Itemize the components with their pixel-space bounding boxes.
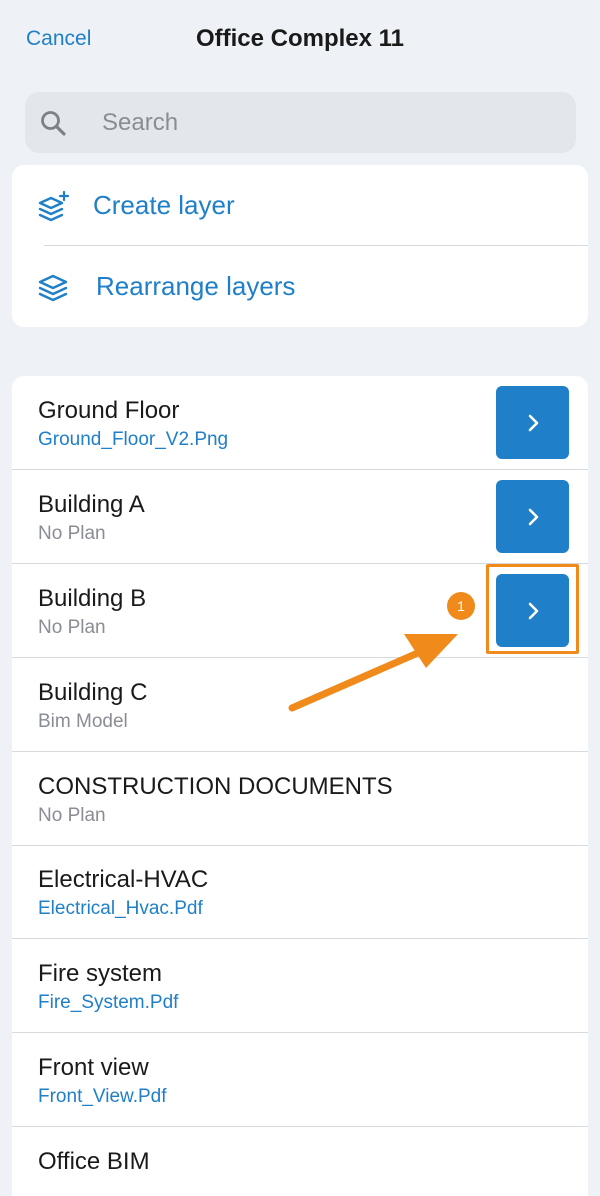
open-layer-button[interactable]	[496, 480, 569, 553]
list-item[interactable]: Office BIM	[12, 1127, 588, 1196]
layer-file: Electrical_Hvac.Pdf	[38, 898, 203, 919]
list-item[interactable]: Building C Bim Model	[12, 658, 588, 752]
layer-actions-card: Create layer Rearrange layers	[12, 165, 588, 327]
layer-name: Electrical-HVAC	[38, 866, 209, 893]
layer-name: Building A	[38, 491, 145, 518]
create-layer-label: Create layer	[93, 190, 235, 220]
list-item[interactable]: CONSTRUCTION DOCUMENTS No Plan	[12, 752, 588, 846]
layer-file: Bim Model	[38, 711, 128, 732]
layer-file: No Plan	[38, 617, 106, 638]
layer-file: Fire_System.Pdf	[38, 992, 179, 1013]
nav-header: Cancel Office Complex 11	[0, 0, 600, 80]
layers-screen: Cancel Office Complex 11 Create layer	[0, 0, 600, 1196]
list-item[interactable]: Front view Front_View.Pdf	[12, 1033, 588, 1127]
search-icon	[39, 109, 67, 137]
layer-name: Fire system	[38, 960, 163, 987]
page-title: Office Complex 11	[195, 25, 405, 52]
layer-name: Ground Floor	[38, 397, 180, 424]
layer-name: Front view	[38, 1054, 149, 1081]
layer-file: Ground_Floor_V2.Png	[38, 429, 229, 450]
chevron-right-icon	[528, 414, 538, 431]
step-badge: 1	[447, 592, 475, 620]
list-item[interactable]: Ground Floor Ground_Floor_V2.Png	[12, 376, 588, 470]
highlight-box	[486, 564, 579, 654]
layers-list: Ground Floor Ground_Floor_V2.Png Buildin…	[12, 376, 588, 1196]
list-item[interactable]: Fire system Fire_System.Pdf	[12, 939, 588, 1033]
rearrange-layers-label: Rearrange layers	[96, 271, 296, 301]
rearrange-layers-button[interactable]: Rearrange layers	[12, 246, 588, 327]
layer-file: Front_View.Pdf	[38, 1086, 167, 1107]
layer-file: No Plan	[38, 523, 106, 544]
layer-file: No Plan	[38, 805, 106, 826]
layer-name: CONSTRUCTION DOCUMENTS	[38, 773, 393, 800]
list-item[interactable]: Building A No Plan	[12, 470, 588, 564]
layers-icon	[36, 271, 70, 305]
layer-name: Building C	[38, 679, 148, 706]
layers-plus-icon	[36, 190, 70, 224]
search-input[interactable]	[102, 92, 552, 153]
open-layer-button[interactable]	[496, 386, 569, 459]
layer-name: Office BIM	[38, 1148, 150, 1175]
create-layer-button[interactable]: Create layer	[12, 165, 588, 246]
list-item[interactable]: Electrical-HVAC Electrical_Hvac.Pdf	[12, 845, 588, 939]
search-bar[interactable]	[25, 92, 576, 153]
layer-name: Building B	[38, 585, 147, 612]
chevron-right-icon	[528, 508, 538, 525]
